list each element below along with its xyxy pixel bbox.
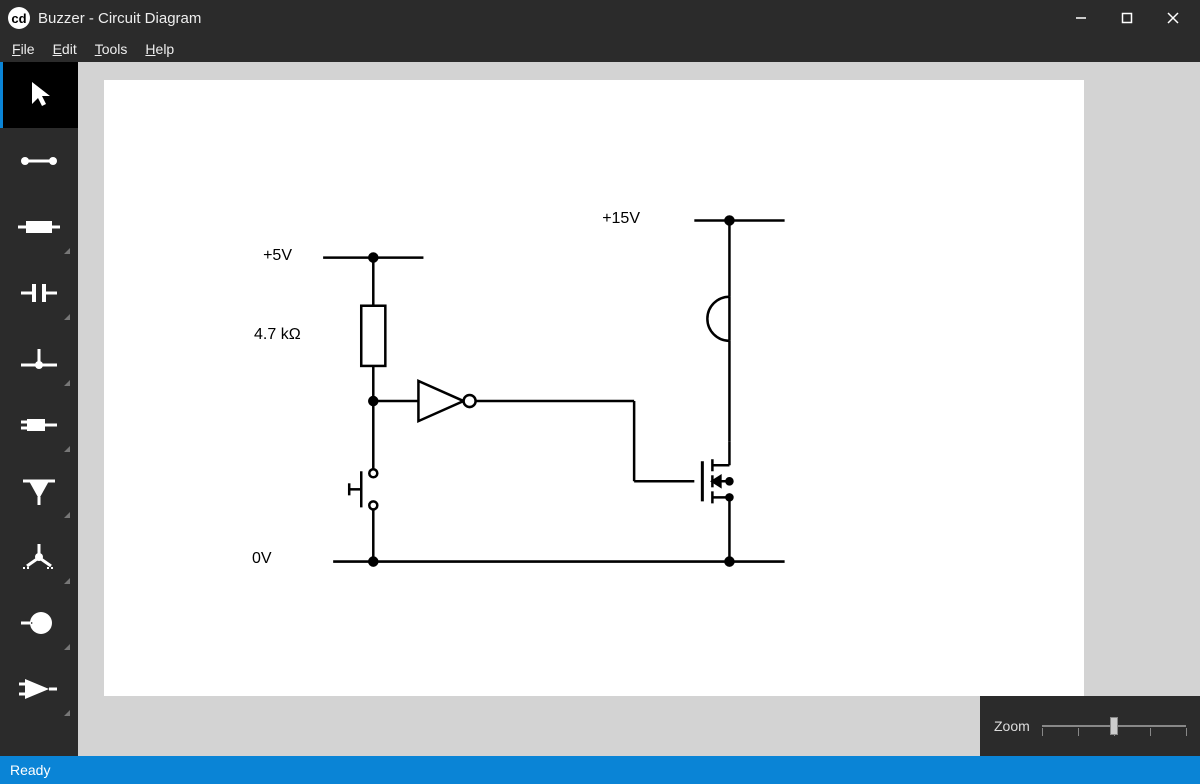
label-0v: 0V [252, 550, 272, 568]
expand-indicator [64, 446, 70, 452]
logic-gate-icon [19, 675, 59, 703]
tool-wire[interactable] [0, 128, 78, 194]
maximize-icon [1121, 12, 1133, 24]
wire-icon [19, 151, 59, 171]
tool-plug[interactable] [0, 392, 78, 458]
expand-indicator [64, 248, 70, 254]
junction-icon [19, 347, 59, 371]
diode-icon [19, 477, 59, 505]
zoom-slider-thumb[interactable] [1110, 717, 1118, 735]
menu-tools[interactable]: Tools [95, 41, 128, 57]
tool-logic-gate[interactable] [0, 656, 78, 722]
tool-meter[interactable] [0, 590, 78, 656]
resistor-icon [16, 216, 62, 238]
plug-icon [19, 413, 59, 437]
zoom-label: Zoom [994, 718, 1030, 734]
minimize-button[interactable] [1058, 3, 1104, 33]
close-icon [1167, 12, 1179, 24]
status-text: Ready [10, 762, 50, 778]
expand-indicator [64, 380, 70, 386]
tool-pointer[interactable] [0, 62, 78, 128]
pointer-icon [28, 80, 54, 110]
meter-icon [19, 608, 59, 638]
statusbar: Ready [0, 756, 1200, 784]
label-5v: +5V [252, 247, 292, 265]
label-15v: +15V [590, 210, 640, 228]
menu-file[interactable]: File [12, 41, 35, 57]
expand-indicator [64, 512, 70, 518]
toolbox [0, 62, 78, 756]
workspace: +5V +15V 4.7 kΩ 0V Zoom [0, 62, 1200, 756]
circuit-canvas[interactable]: +5V +15V 4.7 kΩ 0V [104, 80, 1084, 696]
titlebar: cd Buzzer - Circuit Diagram [0, 0, 1200, 36]
expand-indicator [64, 710, 70, 716]
tool-diode[interactable] [0, 458, 78, 524]
close-button[interactable] [1150, 3, 1196, 33]
circuit-diagram [104, 80, 1084, 696]
tool-junction[interactable] [0, 326, 78, 392]
minimize-icon [1075, 12, 1087, 24]
capacitor-icon [19, 281, 59, 305]
menu-edit[interactable]: Edit [53, 41, 77, 57]
transistor-icon [19, 542, 59, 572]
zoom-slider[interactable] [1042, 714, 1186, 738]
window-title: Buzzer - Circuit Diagram [38, 10, 201, 27]
label-resistor: 4.7 kΩ [254, 326, 301, 344]
maximize-button[interactable] [1104, 3, 1150, 33]
expand-indicator [64, 314, 70, 320]
tool-resistor[interactable] [0, 194, 78, 260]
menubar: File Edit Tools Help [0, 36, 1200, 62]
expand-indicator [64, 644, 70, 650]
zoom-panel: Zoom [980, 696, 1200, 756]
expand-indicator [64, 578, 70, 584]
menu-help[interactable]: Help [145, 41, 174, 57]
app-icon: cd [8, 7, 30, 29]
tool-capacitor[interactable] [0, 260, 78, 326]
tool-transistor[interactable] [0, 524, 78, 590]
canvas-area: +5V +15V 4.7 kΩ 0V Zoom [78, 62, 1200, 756]
